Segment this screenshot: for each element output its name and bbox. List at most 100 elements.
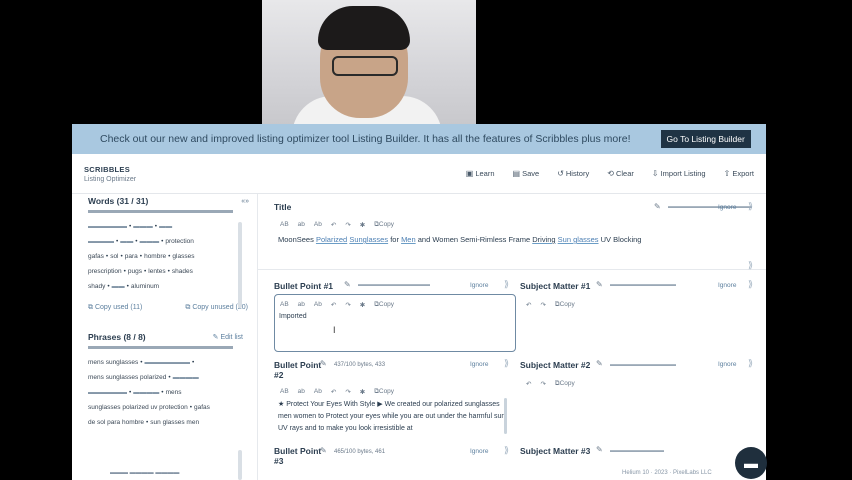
history-button[interactable]: ↺ History	[557, 169, 589, 178]
title-byte-count: ▬▬▬▬▬▬▬▬▬▬▬▬▬▬	[668, 204, 752, 210]
learn-button[interactable]: ▣ Learn	[466, 169, 495, 178]
word-chip[interactable]: glasses	[172, 253, 194, 260]
undo-icon[interactable]: ↶	[331, 221, 336, 229]
settings-icon[interactable]: ✱	[360, 221, 365, 229]
word-chip[interactable]: gafas	[88, 253, 104, 260]
word-chip[interactable]: hombre	[144, 253, 166, 260]
go-to-listing-builder-button[interactable]: Go To Listing Builder	[660, 130, 751, 148]
chevron-right-icon[interactable]: ⟫	[504, 358, 509, 369]
word-chip[interactable]: prescription	[88, 268, 122, 275]
pencil-icon[interactable]: ✎	[596, 445, 603, 454]
chip-row: prescription • pugs • lentes • shades	[88, 268, 193, 275]
bp1-ignore-button[interactable]: Ignore	[470, 282, 488, 289]
redo-icon[interactable]: ↷	[540, 301, 545, 309]
pencil-icon[interactable]: ✎	[654, 202, 661, 211]
sm1-byte-count: ▬▬▬▬▬▬▬▬▬▬▬	[610, 282, 676, 288]
title-word: Polarized	[315, 235, 348, 244]
words-scrollbar[interactable]	[238, 222, 242, 308]
import-listing-button[interactable]: ⇩ Import Listing	[652, 169, 706, 178]
copy-label: Copy	[378, 221, 395, 228]
phrase-chip[interactable]: ▬▬▬▬▬▬▬	[145, 359, 191, 366]
word-chip[interactable]: ▬▬	[112, 283, 125, 290]
uppercase-tool[interactable]: AB	[280, 221, 289, 229]
history-icon: ↺	[557, 169, 564, 178]
collapse-icon[interactable]: «»	[241, 198, 249, 205]
copy-button[interactable]: ⧉Copy	[555, 380, 575, 388]
phrase-chip[interactable]: ▬▬▬▬	[133, 389, 159, 396]
undo-icon[interactable]: ↶	[526, 380, 531, 388]
copy-button[interactable]: ⧉Copy	[555, 301, 575, 309]
undo-icon[interactable]: ↶	[526, 301, 531, 309]
pencil-icon[interactable]: ✎	[596, 280, 603, 289]
word-chip[interactable]: para	[125, 253, 138, 260]
chevron-right-icon[interactable]: ⟫	[748, 279, 753, 290]
phrase-chip[interactable]: ▬▬▬▬	[173, 374, 199, 381]
word-chip[interactable]: aluminum	[131, 283, 159, 290]
undo-icon[interactable]: ↶	[331, 388, 336, 396]
phrase-chip[interactable]: mens sunglasses	[88, 359, 138, 366]
title-text[interactable]: MoonSees Polarized Sunglasses for Men an…	[278, 235, 641, 244]
phrase-chip[interactable]: ▬▬▬▬▬▬	[88, 389, 127, 396]
settings-icon[interactable]: ✱	[360, 388, 365, 396]
redo-icon[interactable]: ↷	[345, 221, 350, 229]
word-chip[interactable]: shady	[88, 283, 105, 290]
chat-widget-button[interactable]: ▬	[735, 447, 767, 479]
chevron-right-icon[interactable]: ⟫	[504, 279, 509, 290]
redo-icon[interactable]: ↷	[540, 380, 545, 388]
bullet-point-2-input[interactable]: ★ Protect Your Eyes With Style ▶ We crea…	[278, 399, 510, 435]
pencil-icon[interactable]: ✎	[320, 359, 327, 368]
chevron-right-icon[interactable]: ⟫	[504, 445, 509, 456]
save-button[interactable]: ▤ Save	[513, 169, 540, 178]
word-chip[interactable]: ▬▬	[120, 238, 133, 245]
phrase-chip[interactable]: sunglasses polarized uv protection	[88, 404, 188, 411]
word-chip[interactable]: ▬▬▬	[133, 223, 153, 230]
learn-icon: ▣	[465, 169, 474, 178]
clear-button[interactable]: ⟲ Clear	[607, 169, 634, 178]
brand: SCRIBBLES Listing Optimizer	[84, 165, 136, 183]
bullet-point-1-label: Bullet Point #1	[274, 281, 334, 291]
lowercase-tool[interactable]: ab	[298, 388, 305, 396]
copy-used-button[interactable]: ⧉ Copy used (11)	[88, 304, 142, 312]
bp2-scrollbar[interactable]	[504, 398, 507, 434]
titlecase-tool[interactable]: Ab	[314, 221, 322, 229]
footer-links[interactable]: ▬▬▬ ▬▬▬▬ ▬▬▬▬	[110, 470, 179, 476]
edit-list-button[interactable]: ✎ Edit list	[213, 333, 243, 341]
word-chip[interactable]: shades	[172, 268, 193, 275]
copy-button[interactable]: ⧉Copy	[374, 221, 394, 229]
word-chip[interactable]: ▬▬▬▬	[88, 238, 114, 245]
word-chip[interactable]: ▬▬▬	[140, 238, 160, 245]
bullet-point-1-input[interactable]: Imported I	[274, 294, 516, 352]
pencil-icon[interactable]: ✎	[344, 280, 351, 289]
pencil-icon[interactable]: ✎	[596, 359, 603, 368]
bp3-ignore-button[interactable]: Ignore	[470, 448, 488, 455]
phrase-chip[interactable]: mens	[166, 389, 182, 396]
word-chip-protection[interactable]: protection	[165, 238, 194, 245]
word-chip[interactable]: lentes	[148, 268, 165, 275]
phrase-chip[interactable]: gafas	[194, 404, 210, 411]
phrase-chip[interactable]: mens sunglasses polarized	[88, 374, 166, 381]
titlecase-tool[interactable]: Ab	[314, 388, 322, 396]
export-button[interactable]: ⇧ Export	[724, 169, 754, 178]
word-chip[interactable]: ▬▬	[159, 223, 172, 230]
uppercase-tool[interactable]: AB	[280, 388, 289, 396]
redo-icon[interactable]: ↷	[345, 388, 350, 396]
copy-button[interactable]: ⧉Copy	[374, 388, 394, 396]
title-ignore-button[interactable]: Ignore	[718, 204, 736, 211]
words-header[interactable]: Words (31 / 31) «»	[88, 196, 249, 206]
chevron-right-icon[interactable]: ⟫	[748, 260, 753, 271]
phrase-chip[interactable]: de sol para hombre	[88, 419, 144, 426]
word-chip[interactable]: pugs	[128, 268, 142, 275]
chevron-right-icon[interactable]: ⟫	[748, 358, 753, 369]
chevron-right-icon[interactable]: ⟫	[748, 201, 753, 212]
phrase-chip[interactable]: sun glasses men	[150, 419, 199, 426]
lowercase-tool[interactable]: ab	[298, 221, 305, 229]
word-chip[interactable]: sol	[110, 253, 118, 260]
sm2-format-tools: ↶ ↷ ⧉Copy	[526, 380, 575, 388]
bp2-ignore-button[interactable]: Ignore	[470, 361, 488, 368]
pencil-icon[interactable]: ✎	[320, 446, 327, 455]
sm2-ignore-button[interactable]: Ignore	[718, 361, 736, 368]
word-chip[interactable]: ▬▬▬▬▬▬	[88, 223, 127, 230]
sm1-ignore-button[interactable]: Ignore	[718, 282, 736, 289]
bullet-point-3-label: Bullet Point #3	[274, 446, 321, 466]
title-field-label: Title	[274, 202, 292, 212]
